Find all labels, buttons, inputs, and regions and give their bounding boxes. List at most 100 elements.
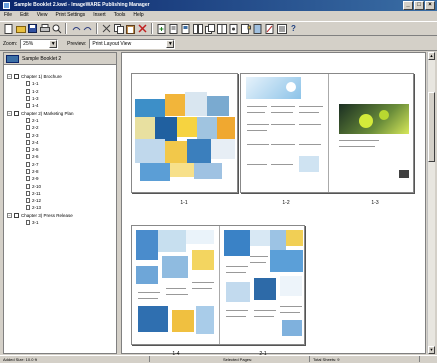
document-tree-panel: Sample Booklet 2 − Chapter 1) Brochure 1-1… (3, 52, 117, 354)
menu-file[interactable]: File (3, 11, 13, 20)
tree-page[interactable]: 2-8 (4, 168, 116, 175)
toolbar-separator (151, 23, 153, 34)
tree-page[interactable]: 2-7 (4, 161, 116, 168)
chapter-checkbox[interactable] (14, 212, 19, 218)
tree-page[interactable]: 1-3 (4, 95, 116, 102)
vertical-scrollbar[interactable]: ▲ ▼ (427, 52, 435, 354)
tree-page[interactable]: 2-10 (4, 182, 116, 189)
tree-chapter[interactable]: − Chapter 2) Marketing Plan (4, 109, 116, 116)
menu-view[interactable]: View (36, 11, 49, 20)
chevron-down-icon[interactable]: ▼ (166, 39, 175, 48)
help-icon[interactable]: ? (288, 23, 299, 34)
page-icon (26, 198, 30, 204)
tree-page[interactable]: 2-12 (4, 197, 116, 204)
preview-label: Preview: (67, 40, 87, 47)
save-icon[interactable] (27, 23, 38, 34)
zoom-value: 25% (23, 40, 34, 47)
page-setup-icon[interactable] (180, 23, 191, 34)
page-thumbnail[interactable] (240, 73, 414, 193)
properties-icon[interactable] (276, 23, 287, 34)
insert-page-icon[interactable] (156, 23, 167, 34)
minimize-button[interactable]: _ (403, 1, 413, 10)
binding-icon[interactable] (216, 23, 227, 34)
delete-icon[interactable] (137, 23, 148, 34)
status-bar: Added Size: 10.0 ft Selected Pages: Tota… (0, 355, 437, 362)
tree-page[interactable]: 2-11 (4, 190, 116, 197)
menu-print-settings[interactable]: Print Settings (54, 11, 86, 20)
cover-icon[interactable] (252, 23, 263, 34)
tree-page-label: 2-9 (32, 176, 39, 182)
menu-insert[interactable]: Insert (92, 11, 107, 20)
collapse-icon[interactable]: − (7, 212, 12, 218)
scroll-down-button[interactable]: ▼ (428, 346, 435, 354)
menu-tools[interactable]: Tools (113, 11, 127, 20)
redo-icon[interactable] (82, 23, 93, 34)
tree-page[interactable]: 1-2 (4, 88, 116, 95)
tree-page[interactable]: 2-3 (4, 131, 116, 138)
tree-root-label[interactable]: Sample Booklet 2 (22, 56, 61, 62)
menu-help[interactable]: Help (132, 11, 144, 20)
layout-icon[interactable] (192, 23, 203, 34)
scroll-up-button[interactable]: ▲ (428, 52, 435, 60)
tree-page[interactable]: 2-5 (4, 146, 116, 153)
tree-page[interactable]: 2-13 (4, 204, 116, 211)
page-preview-area: 1-1 1-2 1-3 1-4 2-1 (121, 52, 426, 357)
finishing-icon[interactable] (228, 23, 239, 34)
page-icon (26, 183, 30, 189)
tree-chapter[interactable]: − Chapter 1) Brochure (4, 73, 116, 80)
duplex-icon[interactable] (204, 23, 215, 34)
tree-page[interactable]: 1-1 (4, 80, 116, 87)
chapter-checkbox[interactable] (14, 74, 19, 80)
copy-icon[interactable] (113, 23, 124, 34)
tree-page[interactable]: 2-1 (4, 117, 116, 124)
tree-chapter[interactable]: − Chapter 3) Press Release (4, 212, 116, 219)
tree-page[interactable]: 2-2 (4, 124, 116, 131)
scroll-thumb[interactable] (428, 92, 435, 162)
tree-page-label: 2-10 (32, 183, 42, 189)
tree-page-label: 2-12 (32, 198, 42, 204)
collapse-icon[interactable]: − (7, 110, 12, 116)
window-title: Sample Booklet 2.kwd - ImageWARE Publish… (14, 2, 150, 8)
new-icon[interactable] (3, 23, 14, 34)
status-sheets: Total Sheets: 9 (310, 356, 420, 362)
paste-icon[interactable] (125, 23, 136, 34)
close-button[interactable]: × (425, 1, 435, 10)
tree-chapter-label: Chapter 2) Marketing Plan (21, 110, 74, 116)
tree-chapter-label: Chapter 1) Brochure (21, 74, 62, 80)
maximize-button[interactable]: □ (414, 1, 424, 10)
tree-page[interactable]: 2-6 (4, 153, 116, 160)
undo-icon[interactable] (70, 23, 81, 34)
tree-page-label: 1-2 (32, 88, 39, 94)
preview-select[interactable]: Print Layout View ▼ (89, 38, 176, 49)
print-icon[interactable] (39, 23, 50, 34)
insert-chapter-icon[interactable] (168, 23, 179, 34)
page-icon (26, 81, 30, 87)
page-icon (26, 161, 30, 167)
toolbar-separator (65, 23, 67, 34)
collapse-icon[interactable]: − (7, 74, 12, 80)
document-tree: − Chapter 1) Brochure 1-1 1-2 1-3 1-4 − Chapter… (4, 73, 116, 226)
tree-page[interactable]: 3-1 (4, 219, 116, 226)
open-icon[interactable] (15, 23, 26, 34)
page-icon (26, 147, 30, 153)
page-thumbnail[interactable] (131, 73, 238, 193)
stamp-icon[interactable] (264, 23, 275, 34)
tree-header: Sample Booklet 2 (4, 53, 116, 65)
tree-page-label: 1-1 (32, 81, 39, 87)
page-icon (26, 205, 30, 211)
preview-icon[interactable] (51, 23, 62, 34)
page-thumbnail[interactable] (131, 225, 305, 345)
booklet-icon (6, 54, 19, 63)
tree-page-label: 2-6 (32, 154, 39, 160)
tree-page[interactable]: 2-9 (4, 175, 116, 182)
cut-icon[interactable] (101, 23, 112, 34)
menu-edit[interactable]: Edit (19, 11, 30, 20)
tree-page[interactable]: 1-4 (4, 102, 116, 109)
page-icon (26, 169, 30, 174)
chevron-down-icon[interactable]: ▼ (49, 39, 58, 48)
zoom-select[interactable]: 25% ▼ (20, 38, 59, 49)
tab-insert-icon[interactable] (240, 23, 251, 34)
tree-page[interactable]: 2-4 (4, 139, 116, 146)
chapter-checkbox[interactable] (14, 110, 19, 116)
zoom-label: Zoom: (3, 40, 18, 47)
